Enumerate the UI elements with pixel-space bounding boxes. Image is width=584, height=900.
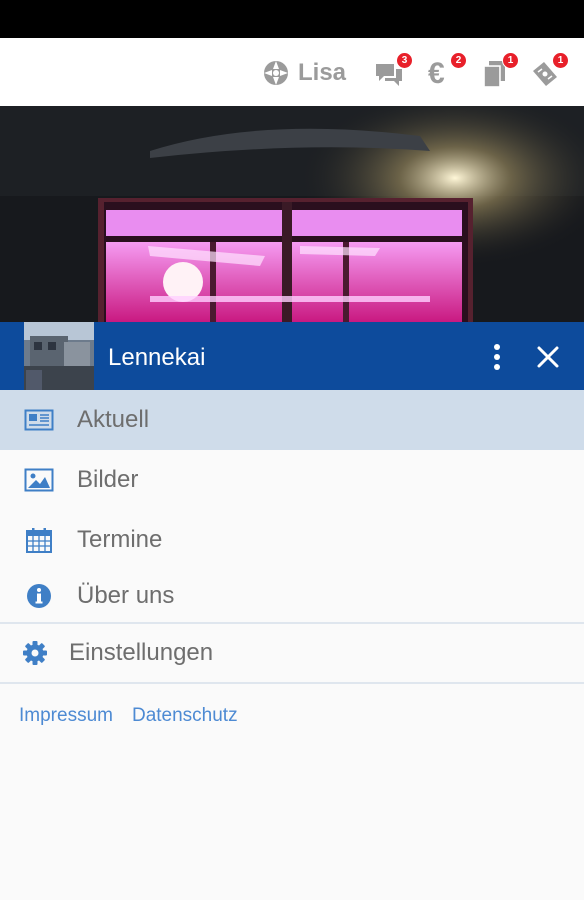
more-vertical-icon <box>494 344 500 370</box>
documents-button[interactable]: 1 <box>480 52 519 89</box>
menu-label-einstellungen: Einstellungen <box>69 639 214 666</box>
image-icon <box>24 467 54 493</box>
datenschutz-link[interactable]: Datenschutz <box>132 705 238 727</box>
user-logo-icon <box>264 61 288 85</box>
user-profile-button[interactable]: Lisa <box>262 58 346 88</box>
user-name: Lisa <box>298 59 347 86</box>
euro-icon: € <box>428 57 445 90</box>
news-icon <box>24 407 54 433</box>
drawer-header: Lennekai <box>0 322 584 390</box>
menu-item-termine[interactable]: Termine <box>0 510 584 570</box>
close-icon <box>537 346 559 368</box>
system-status-bar <box>0 0 584 38</box>
calendar-icon <box>24 527 54 553</box>
menu-item-bilder[interactable]: Bilder <box>0 450 584 510</box>
info-icon <box>24 583 54 609</box>
messages-badge: 3 <box>396 52 413 69</box>
site-title: Lennekai <box>108 344 206 371</box>
tickets-badge: 1 <box>552 52 569 69</box>
menu-label-termine: Termine <box>77 526 163 553</box>
menu-item-aktuell[interactable]: Aktuell <box>0 390 584 450</box>
menu-label-aktuell: Aktuell <box>77 406 150 433</box>
documents-badge: 1 <box>502 52 519 69</box>
payments-badge: 2 <box>450 52 467 69</box>
hero-image <box>0 106 584 324</box>
site-thumbnail <box>24 322 94 390</box>
gear-icon <box>20 640 50 666</box>
menu-item-einstellungen[interactable]: Einstellungen <box>0 624 584 682</box>
menu-divider <box>0 682 584 684</box>
payments-button[interactable]: € 2 <box>428 52 467 90</box>
close-drawer-button[interactable] <box>534 344 562 370</box>
messages-button[interactable]: 3 <box>374 52 413 89</box>
impressum-link[interactable]: Impressum <box>19 705 113 727</box>
top-app-bar: Lisa 3 € 2 1 1 <box>0 38 584 106</box>
more-options-button[interactable] <box>484 342 510 372</box>
tickets-button[interactable]: 1 <box>530 52 569 89</box>
navigation-menu: Aktuell Bilder Termine Über uns Einstell… <box>0 390 584 684</box>
menu-label-ueber-uns: Über uns <box>77 582 175 609</box>
menu-label-bilder: Bilder <box>77 466 139 493</box>
footer-links: Impressum Datenschutz <box>19 705 238 727</box>
menu-item-ueber-uns[interactable]: Über uns <box>0 570 584 622</box>
